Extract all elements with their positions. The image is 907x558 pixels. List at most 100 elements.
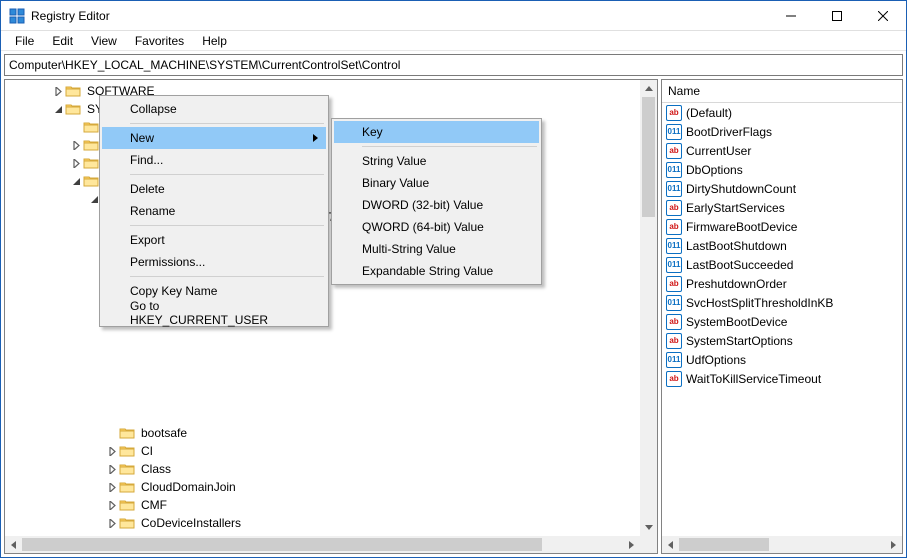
chevron-right-icon[interactable] <box>69 138 83 152</box>
twisty-none <box>105 408 119 422</box>
maximize-button[interactable] <box>814 1 860 31</box>
folder-icon <box>83 138 99 152</box>
chevron-right-icon[interactable] <box>105 516 119 530</box>
scroll-left-icon[interactable] <box>5 536 22 553</box>
menu-view[interactable]: View <box>83 32 125 50</box>
tree-row[interactable]: CoDeviceInstallers <box>5 514 640 532</box>
list-row[interactable]: 011DirtyShutdownCount <box>662 179 902 198</box>
chevron-right-icon[interactable] <box>105 480 119 494</box>
scroll-right-icon[interactable] <box>885 536 902 553</box>
list-row[interactable]: abSystemBootDevice <box>662 312 902 331</box>
address-bar[interactable]: Computer\HKEY_LOCAL_MACHINE\SYSTEM\Curre… <box>4 54 903 76</box>
menu-item[interactable]: QWORD (64-bit) Value <box>334 216 539 238</box>
menu-item[interactable]: New <box>102 127 326 149</box>
tree-label[interactable] <box>119 396 123 398</box>
twisty-none <box>105 336 119 350</box>
menu-item[interactable]: Permissions... <box>102 251 326 273</box>
tree-label[interactable]: Class <box>139 461 173 477</box>
list-row[interactable]: abFirmwareBootDevice <box>662 217 902 236</box>
menu-item[interactable]: Binary Value <box>334 172 539 194</box>
scroll-up-icon[interactable] <box>640 80 657 97</box>
tree-row[interactable] <box>5 370 640 388</box>
list-row[interactable]: 011LastBootSucceeded <box>662 255 902 274</box>
list-row[interactable]: ab(Default) <box>662 103 902 122</box>
list-row[interactable]: abPreshutdownOrder <box>662 274 902 293</box>
chevron-right-icon[interactable] <box>105 498 119 512</box>
folder-icon <box>83 120 99 134</box>
tree-vscroll[interactable] <box>640 80 657 536</box>
menu-item[interactable]: Key <box>334 121 539 143</box>
chevron-right-icon[interactable] <box>69 156 83 170</box>
list-header-name[interactable]: Name <box>662 80 902 103</box>
close-button[interactable] <box>860 1 906 31</box>
submenu-arrow-icon <box>313 134 318 142</box>
tree-label[interactable]: CloudDomainJoin <box>139 479 238 495</box>
scroll-thumb[interactable] <box>22 538 542 551</box>
menu-separator <box>130 123 324 124</box>
list-row[interactable]: 011DbOptions <box>662 160 902 179</box>
tree-row[interactable] <box>5 352 640 370</box>
menu-help[interactable]: Help <box>194 32 235 50</box>
tree-row[interactable] <box>5 406 640 424</box>
menu-favorites[interactable]: Favorites <box>127 32 192 50</box>
folder-icon <box>119 480 135 494</box>
list-row[interactable]: abWaitToKillServiceTimeout <box>662 369 902 388</box>
list-hscroll[interactable] <box>662 536 902 553</box>
menu-edit[interactable]: Edit <box>44 32 81 50</box>
menu-item[interactable]: String Value <box>334 150 539 172</box>
tree-row[interactable] <box>5 388 640 406</box>
menu-item[interactable]: Expandable String Value <box>334 260 539 282</box>
chevron-down-icon[interactable] <box>51 102 65 116</box>
tree-row[interactable]: CMF <box>5 496 640 514</box>
tree-label[interactable] <box>119 360 123 362</box>
chevron-right-icon[interactable] <box>105 444 119 458</box>
chevron-right-icon[interactable] <box>51 84 65 98</box>
tree-label[interactable]: CoDeviceInstallers <box>139 515 243 531</box>
tree-label[interactable] <box>119 414 123 416</box>
menu-item[interactable]: Multi-String Value <box>334 238 539 260</box>
menu-item[interactable]: Export <box>102 229 326 251</box>
tree-hscroll[interactable] <box>5 536 640 553</box>
menu-item-label: DWORD (32-bit) Value <box>362 198 483 212</box>
list-row[interactable]: 011LastBootShutdown <box>662 236 902 255</box>
menu-item[interactable]: DWORD (32-bit) Value <box>334 194 539 216</box>
tree-row[interactable]: bootsafe <box>5 424 640 442</box>
scroll-down-icon[interactable] <box>640 519 657 536</box>
tree-label[interactable]: bootsafe <box>139 425 189 441</box>
menu-item[interactable]: Delete <box>102 178 326 200</box>
menu-file[interactable]: File <box>7 32 42 50</box>
scroll-thumb[interactable] <box>679 538 769 551</box>
list-row[interactable]: 011UdfOptions <box>662 350 902 369</box>
tree-label[interactable]: CMF <box>139 497 169 513</box>
tree-row[interactable]: Class <box>5 460 640 478</box>
minimize-button[interactable] <box>768 1 814 31</box>
scroll-thumb[interactable] <box>642 97 655 217</box>
regedit-icon <box>9 8 25 24</box>
reg-string-icon: ab <box>666 200 682 216</box>
list-row[interactable]: abSystemStartOptions <box>662 331 902 350</box>
list-row[interactable]: 011BootDriverFlags <box>662 122 902 141</box>
scroll-right-icon[interactable] <box>623 536 640 553</box>
menu-item[interactable]: Find... <box>102 149 326 171</box>
window-title: Registry Editor <box>31 9 768 23</box>
list-row[interactable]: ab EarlyStartServices <box>662 198 902 217</box>
reg-string-icon: ab <box>666 143 682 159</box>
tree-row[interactable]: CloudDomainJoin <box>5 478 640 496</box>
list-row[interactable]: abCurrentUser <box>662 141 902 160</box>
tree-row[interactable] <box>5 334 640 352</box>
menu-item[interactable]: Rename <box>102 200 326 222</box>
menu-item[interactable]: Collapse <box>102 98 326 120</box>
list-row[interactable]: 011SvcHostSplitThresholdInKB <box>662 293 902 312</box>
list-body[interactable]: ab(Default)011BootDriverFlagsabCurrentUs… <box>662 103 902 536</box>
tree-row[interactable]: CI <box>5 442 640 460</box>
value-name: EarlyStartServices <box>686 201 785 215</box>
chevron-down-icon[interactable] <box>69 174 83 188</box>
scroll-left-icon[interactable] <box>662 536 679 553</box>
reg-binary-icon: 011 <box>666 352 682 368</box>
tree-label[interactable] <box>119 378 123 380</box>
chevron-right-icon[interactable] <box>105 462 119 476</box>
tree-label[interactable]: CI <box>139 443 155 459</box>
scroll-corner <box>640 536 657 553</box>
menu-item[interactable]: Go to HKEY_CURRENT_USER <box>102 302 326 324</box>
tree-label[interactable] <box>119 342 123 344</box>
